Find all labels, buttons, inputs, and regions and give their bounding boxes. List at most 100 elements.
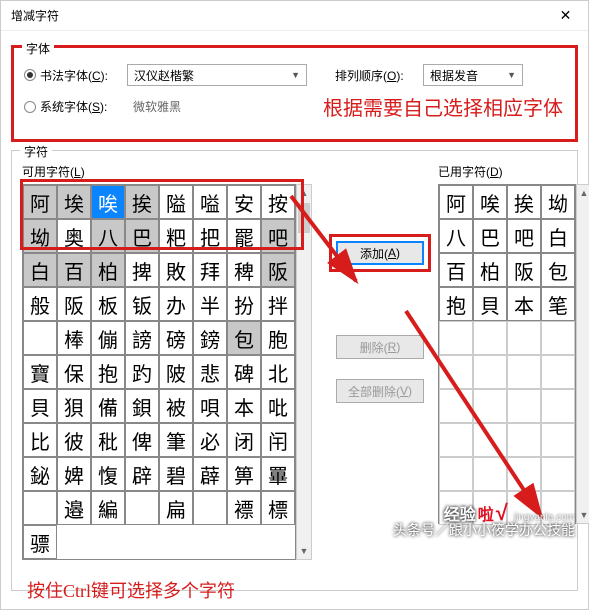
char-cell-empty[interactable] [439, 355, 473, 389]
char-cell[interactable]: 阪 [57, 287, 91, 321]
char-cell[interactable]: 抱 [91, 355, 125, 389]
char-cell[interactable]: 拌 [261, 287, 295, 321]
char-cell[interactable]: 安 [227, 185, 261, 219]
scroll-down-icon[interactable]: ▼ [297, 543, 311, 559]
char-cell[interactable]: 秕 [91, 423, 125, 457]
char-cell[interactable]: 趵 [125, 355, 159, 389]
char-cell[interactable]: 巴 [125, 219, 159, 253]
char-cell[interactable]: 唉 [473, 185, 507, 219]
char-cell[interactable]: 碧 [159, 457, 193, 491]
char-cell-empty[interactable] [507, 389, 541, 423]
char-cell[interactable]: 抱 [439, 287, 473, 321]
remove-all-button[interactable]: 全部删除(V) [336, 379, 424, 403]
char-cell[interactable]: 柏 [473, 253, 507, 287]
char-cell-empty[interactable] [541, 389, 575, 423]
char-cell[interactable]: 碑 [227, 355, 261, 389]
char-cell-empty[interactable] [473, 457, 507, 491]
char-cell[interactable]: 百 [57, 253, 91, 287]
char-cell[interactable]: 板 [91, 287, 125, 321]
char-cell-empty[interactable] [439, 321, 473, 355]
close-button[interactable]: ✕ [543, 1, 588, 31]
char-cell[interactable]: 骠 [23, 525, 57, 559]
char-cell[interactable]: 挨 [507, 185, 541, 219]
radio-calligraphy[interactable]: 书法字体(C): [24, 67, 119, 84]
scrollbar[interactable]: ▲ ▼ [296, 184, 312, 560]
char-cell[interactable]: 八 [91, 219, 125, 253]
char-cell[interactable]: 扮 [227, 287, 261, 321]
char-cell[interactable]: 胞 [261, 321, 295, 355]
char-cell[interactable]: 柏 [91, 253, 125, 287]
char-cell-empty[interactable] [541, 457, 575, 491]
char-cell[interactable]: 薜 [193, 457, 227, 491]
char-cell-empty[interactable] [473, 423, 507, 457]
add-button[interactable]: 添加(A) [336, 241, 424, 265]
char-cell-empty[interactable] [541, 423, 575, 457]
char-cell[interactable]: 埃 [57, 185, 91, 219]
char-cell[interactable]: 吡 [261, 389, 295, 423]
char-cell[interactable]: 阪 [261, 253, 295, 287]
char-cell[interactable]: 罼 [261, 457, 295, 491]
char-cell[interactable] [23, 491, 57, 525]
char-cell[interactable]: 包 [541, 253, 575, 287]
char-cell[interactable]: 吧 [507, 219, 541, 253]
sort-combo[interactable]: 根据发音 ▼ [423, 64, 523, 86]
scroll-up-icon[interactable]: ▲ [297, 185, 311, 201]
char-cell[interactable]: 棒 [57, 321, 91, 355]
char-cell[interactable]: 傰 [91, 321, 125, 355]
char-cell-empty[interactable] [439, 389, 473, 423]
char-cell[interactable]: 敗 [159, 253, 193, 287]
char-cell[interactable]: 扁 [159, 491, 193, 525]
char-cell[interactable] [125, 491, 159, 525]
char-cell[interactable]: 被 [159, 389, 193, 423]
char-cell[interactable]: 編 [91, 491, 125, 525]
char-cell[interactable]: 按 [261, 185, 295, 219]
char-cell-empty[interactable] [507, 355, 541, 389]
char-cell-empty[interactable] [507, 423, 541, 457]
char-cell[interactable]: 白 [23, 253, 57, 287]
char-cell[interactable]: 嗌 [193, 185, 227, 219]
char-cell[interactable]: 把 [193, 219, 227, 253]
char-cell[interactable]: 坳 [541, 185, 575, 219]
char-cell[interactable]: 貝 [473, 287, 507, 321]
char-cell[interactable]: 罷 [227, 219, 261, 253]
char-cell[interactable]: 本 [227, 389, 261, 423]
char-cell[interactable]: 奥 [57, 219, 91, 253]
char-cell[interactable]: 般 [23, 287, 57, 321]
char-cell[interactable]: 本 [507, 287, 541, 321]
char-cell[interactable]: 白 [541, 219, 575, 253]
char-cell[interactable]: 坳 [23, 219, 57, 253]
char-cell-empty[interactable] [439, 457, 473, 491]
char-cell[interactable]: 辟 [125, 457, 159, 491]
char-cell[interactable]: 隘 [159, 185, 193, 219]
char-cell[interactable]: 俾 [125, 423, 159, 457]
char-cell-empty[interactable] [541, 321, 575, 355]
char-cell[interactable]: 磅 [159, 321, 193, 355]
char-cell[interactable]: 必 [193, 423, 227, 457]
char-cell[interactable]: 悲 [193, 355, 227, 389]
char-cell-empty[interactable] [541, 355, 575, 389]
char-cell-empty[interactable] [507, 457, 541, 491]
char-cell[interactable]: 百 [439, 253, 473, 287]
char-cell[interactable]: 办 [159, 287, 193, 321]
char-cell[interactable]: 邉 [57, 491, 91, 525]
char-cell[interactable]: 挨 [125, 185, 159, 219]
calligraphy-font-combo[interactable]: 汉仪赵楷繁 ▼ [127, 64, 307, 86]
char-cell[interactable]: 標 [261, 491, 295, 525]
char-cell[interactable]: 寶 [23, 355, 57, 389]
scroll-down-icon[interactable]: ▼ [577, 507, 589, 523]
char-cell[interactable]: 粑 [159, 219, 193, 253]
char-cell[interactable]: 包 [227, 321, 261, 355]
char-cell[interactable]: 陂 [159, 355, 193, 389]
char-cell[interactable] [193, 491, 227, 525]
char-cell[interactable]: 闬 [261, 423, 295, 457]
char-cell-empty[interactable] [473, 389, 507, 423]
char-cell[interactable]: 鎊 [193, 321, 227, 355]
char-cell-empty[interactable] [473, 321, 507, 355]
char-cell[interactable]: 狽 [57, 389, 91, 423]
char-cell-empty[interactable] [473, 355, 507, 389]
char-cell[interactable]: 吧 [261, 219, 295, 253]
used-chars-grid[interactable]: 阿唉挨坳八巴吧白百柏阪包抱貝本笔 [438, 184, 576, 524]
remove-button[interactable]: 删除(R) [336, 335, 424, 359]
char-cell[interactable]: 阿 [23, 185, 57, 219]
char-cell[interactable]: 唄 [193, 389, 227, 423]
